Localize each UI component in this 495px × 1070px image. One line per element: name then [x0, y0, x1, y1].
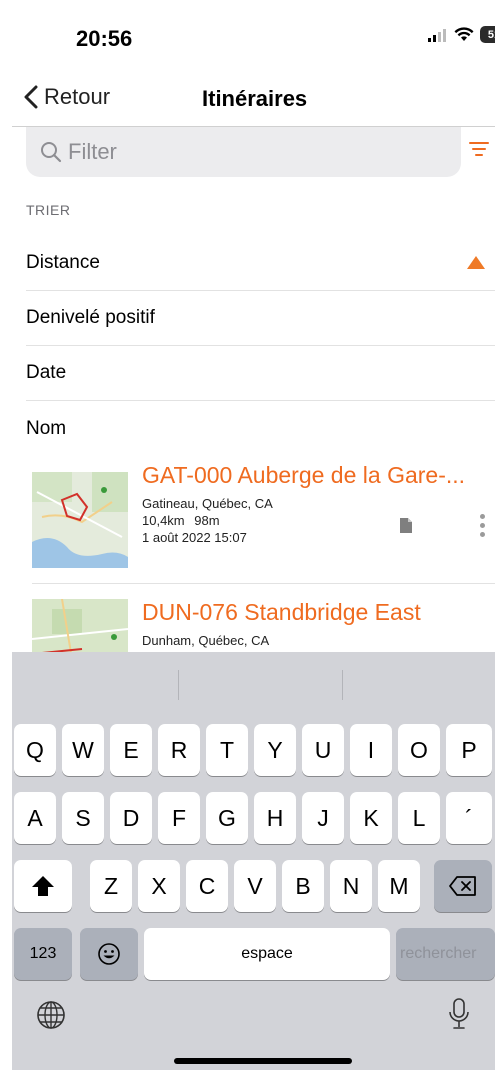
route-map-thumbnail	[32, 472, 128, 568]
route-date: 1 août 2022 15:07	[142, 530, 247, 545]
status-bar: 20:56 51	[12, 0, 495, 78]
sort-ascending-icon	[467, 256, 485, 269]
divider	[32, 583, 495, 584]
dictation-button[interactable]	[448, 998, 470, 1035]
key-j[interactable]: J	[302, 792, 344, 844]
route-name: GAT-000 Auberge de la Gare-...	[142, 462, 466, 488]
sort-header: TRIER	[26, 202, 71, 218]
search-field[interactable]	[26, 127, 461, 177]
divider	[178, 670, 179, 700]
shift-icon	[32, 876, 54, 896]
filter-button[interactable]	[468, 139, 490, 164]
route-item[interactable]: DUN-076 Standbridge East Dunham, Québec,…	[32, 593, 495, 652]
backspace-key[interactable]	[434, 860, 492, 912]
more-options-button[interactable]	[480, 514, 485, 537]
globe-icon	[37, 1001, 65, 1029]
key-o[interactable]: O	[398, 724, 440, 776]
key-c[interactable]: C	[186, 860, 228, 912]
screen: 20:56 51 Retour Itinéraires	[12, 0, 495, 1070]
back-label: Retour	[44, 84, 111, 109]
key-x[interactable]: X	[138, 860, 180, 912]
navigation-bar: Retour Itinéraires	[12, 78, 495, 126]
search-key[interactable]: rechercher	[396, 928, 495, 980]
sort-item-distance[interactable]: Distance	[26, 236, 495, 291]
route-name: DUN-076 Standbridge East	[142, 599, 421, 625]
numbers-key[interactable]: 123	[14, 928, 72, 980]
filter-icon	[469, 142, 489, 156]
microphone-icon	[449, 998, 469, 1029]
sort-item-name[interactable]: Nom	[26, 401, 495, 456]
emoji-icon	[98, 943, 120, 965]
route-location: Gatineau, Québec, CA	[142, 496, 273, 511]
key-p[interactable]: P	[446, 724, 492, 776]
key-v[interactable]: V	[234, 860, 276, 912]
divider	[342, 670, 343, 700]
key-e[interactable]: E	[110, 724, 152, 776]
key-g[interactable]: G	[206, 792, 248, 844]
key-acute[interactable]: ´	[446, 792, 492, 844]
key-b[interactable]: B	[282, 860, 324, 912]
backspace-icon	[449, 876, 476, 896]
key-k[interactable]: K	[350, 792, 392, 844]
sort-item-label: Date	[26, 362, 67, 383]
wifi-icon	[454, 27, 474, 41]
key-r[interactable]: R	[158, 724, 200, 776]
key-f[interactable]: F	[158, 792, 200, 844]
sort-item-date[interactable]: Date	[26, 346, 495, 401]
key-m[interactable]: M	[378, 860, 420, 912]
home-indicator	[174, 1058, 352, 1064]
sort-item-label: Nom	[26, 417, 67, 439]
suggestion-bar	[12, 652, 495, 714]
key-n[interactable]: N	[330, 860, 372, 912]
back-button[interactable]: Retour	[24, 84, 110, 110]
page-title: Itinéraires	[202, 86, 308, 111]
route-distance: 10,4km	[142, 513, 185, 528]
sort-item-elevation[interactable]: Denivelé positif	[26, 291, 495, 346]
globe-button[interactable]	[36, 1000, 66, 1035]
key-d[interactable]: D	[110, 792, 152, 844]
key-t[interactable]: T	[206, 724, 248, 776]
document-icon	[400, 518, 412, 533]
route-location: Dunham, Québec, CA	[142, 633, 270, 648]
sort-item-label: Denivelé positif	[26, 307, 155, 328]
search-input[interactable]	[68, 139, 428, 165]
key-y[interactable]: Y	[254, 724, 296, 776]
route-elevation: 98m	[194, 513, 220, 528]
status-icons: 51	[428, 26, 495, 43]
signal-icon	[428, 28, 446, 42]
battery-icon: 51	[480, 26, 495, 43]
sort-item-label: Distance	[26, 252, 100, 273]
key-h[interactable]: H	[254, 792, 296, 844]
key-i[interactable]: I	[350, 724, 392, 776]
keyboard: Q W E R T Y U I O P A S D F G H J K L ´ …	[12, 652, 495, 1070]
dot	[480, 532, 485, 537]
search-bar	[12, 126, 495, 178]
dot	[480, 514, 485, 519]
chevron-left-icon	[24, 85, 38, 109]
key-w[interactable]: W	[62, 724, 104, 776]
route-stats: 10,4km 98m	[142, 513, 220, 528]
route-item[interactable]: GAT-000 Auberge de la Gare-... Gatineau,…	[32, 458, 495, 583]
space-key[interactable]: espace	[144, 928, 390, 980]
key-l[interactable]: L	[398, 792, 440, 844]
search-icon	[41, 142, 62, 163]
dot	[480, 523, 485, 528]
route-map-thumbnail	[32, 599, 128, 652]
key-s[interactable]: S	[62, 792, 104, 844]
status-time: 20:56	[76, 26, 133, 51]
emoji-key[interactable]	[80, 928, 138, 980]
key-z[interactable]: Z	[90, 860, 132, 912]
key-q[interactable]: Q	[14, 724, 56, 776]
key-u[interactable]: U	[302, 724, 344, 776]
shift-key[interactable]	[14, 860, 72, 912]
key-a[interactable]: A	[14, 792, 56, 844]
sort-list: Distance Denivelé positif Date Nom	[26, 236, 495, 456]
